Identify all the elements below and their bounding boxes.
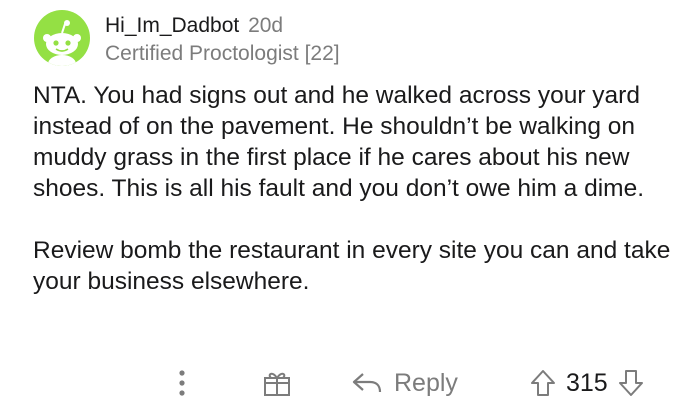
vote-controls: 315 xyxy=(530,358,644,408)
more-options-button[interactable] xyxy=(168,358,196,408)
comment-body: NTA. You had signs out and he walked acr… xyxy=(33,80,673,297)
user-flair: Certified Proctologist [22] xyxy=(105,42,340,65)
username[interactable]: Hi_Im_Dadbot xyxy=(105,14,239,37)
comment-paragraph: NTA. You had signs out and he walked acr… xyxy=(33,82,645,202)
avatar[interactable] xyxy=(34,10,90,66)
comment-header: Hi_Im_Dadbot 20d Certified Proctologist … xyxy=(34,10,674,70)
comment-paragraph: Review bomb the restaurant in every site… xyxy=(33,237,671,295)
comment-age: 20d xyxy=(248,14,284,37)
vertical-dots-icon xyxy=(179,370,185,396)
gift-icon xyxy=(264,372,290,396)
user-line: Hi_Im_Dadbot 20d xyxy=(105,13,283,38)
vote-score: 315 xyxy=(566,368,608,397)
reply-label: Reply xyxy=(394,368,458,397)
reply-arrow-icon xyxy=(352,373,382,393)
downvote-arrow-icon[interactable] xyxy=(618,369,644,397)
snoo-icon xyxy=(43,20,81,66)
reply-button[interactable]: Reply xyxy=(352,358,458,408)
upvote-arrow-icon[interactable] xyxy=(530,369,556,397)
award-button[interactable] xyxy=(260,358,294,408)
comment-actions: Reply 315 xyxy=(0,358,700,408)
